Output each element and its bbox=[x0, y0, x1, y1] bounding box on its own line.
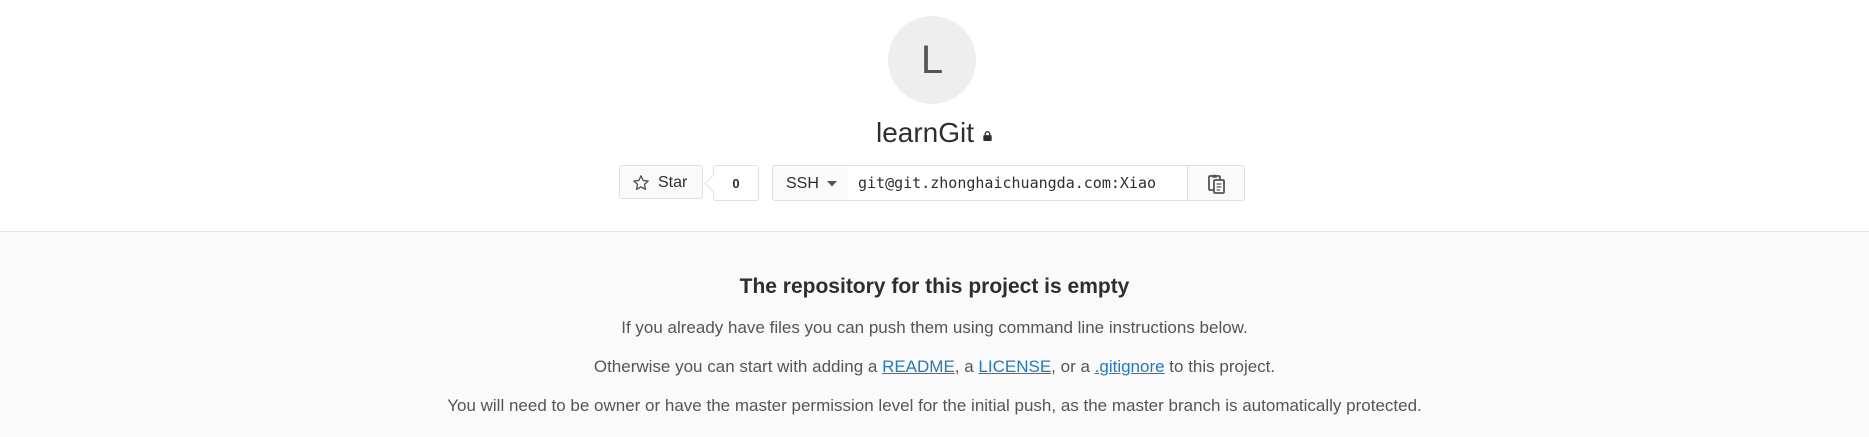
empty-repo-panel: The repository for this project is empty… bbox=[0, 232, 1869, 437]
project-title: learnGit bbox=[875, 117, 975, 148]
star-label: Star bbox=[658, 174, 688, 191]
star-count[interactable]: 0 bbox=[713, 165, 759, 201]
add-files-sep-1: , a bbox=[954, 357, 979, 376]
add-files-prefix: Otherwise you can start with adding a bbox=[593, 357, 883, 376]
project-header: L learnGit Star 0 SSH bbox=[0, 0, 1869, 232]
add-files-sep-2: , or a bbox=[1051, 357, 1095, 376]
readme-link[interactable]: README bbox=[882, 357, 955, 376]
clipboard-icon bbox=[1208, 174, 1225, 194]
license-link[interactable]: LICENSE bbox=[978, 357, 1051, 376]
project-page: L learnGit Star 0 SSH git@git.zhonghaich… bbox=[0, 0, 1869, 437]
empty-repo-title: The repository for this project is empty bbox=[739, 275, 1130, 298]
gitignore-link[interactable]: .gitignore bbox=[1095, 357, 1165, 376]
empty-repo-line-push: If you already have files you can push t… bbox=[621, 318, 1248, 337]
lock-icon bbox=[983, 131, 992, 141]
caret-down-icon bbox=[827, 181, 837, 187]
empty-repo-line-permission: You will need to be owner or have the ma… bbox=[447, 396, 1422, 415]
clone-protocol-label: SSH bbox=[786, 175, 819, 192]
star-icon bbox=[633, 175, 649, 191]
project-title-row: learnGit bbox=[0, 115, 1869, 151]
clone-protocol-dropdown[interactable]: SSH bbox=[772, 165, 849, 201]
clone-url-input[interactable] bbox=[848, 165, 1188, 201]
empty-repo-line-add-files: Otherwise you can start with adding a RE… bbox=[0, 357, 1869, 377]
star-button[interactable]: Star bbox=[619, 165, 703, 199]
project-avatar: L bbox=[888, 16, 976, 104]
add-files-suffix: to this project. bbox=[1164, 357, 1276, 376]
copy-url-button[interactable] bbox=[1187, 165, 1245, 201]
